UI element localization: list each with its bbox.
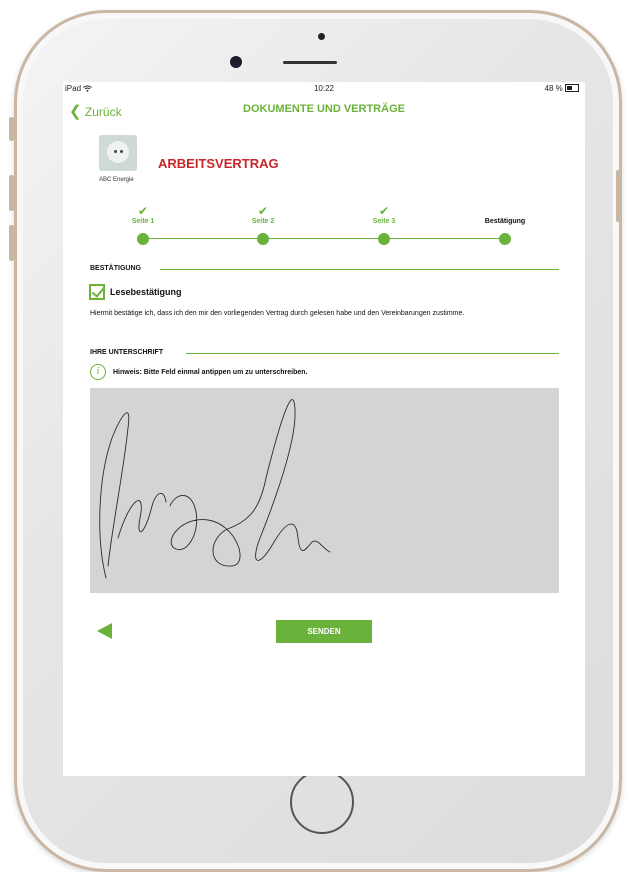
battery-percent: 48 % [544,84,563,93]
document-title: ARBEITSVERTRAG [158,156,279,171]
signature-hint: Hinweis: Bitte Feld einmal antippen um z… [113,369,308,376]
app-screen: iPad 10:22 48 % ❮ Zurück DOKUMENTE UND V… [63,82,585,776]
checkbox-label: Lesebestätigung [110,287,182,297]
section-divider [186,353,559,354]
company-logo: ABC Energie [99,135,141,191]
step-label: Seite 3 [372,218,396,225]
step-1-dot [137,233,149,245]
front-camera [230,56,242,68]
step-label: Bestätigung [484,218,526,225]
send-button[interactable]: SENDEN [276,620,372,643]
volume-down-button [9,225,14,261]
checkmark-icon: ✔ [257,204,269,218]
section-title-confirmation: BESTÄTIGUNG [90,265,141,272]
step-4[interactable]: Bestätigung [460,204,550,225]
signature-pad[interactable] [90,388,559,593]
step-4-dot [499,233,511,245]
signature-drawing [99,399,331,579]
status-bar: iPad 10:22 48 % [63,82,585,96]
battery-icon [565,84,579,92]
step-1[interactable]: ✔ Seite 1 [98,204,188,225]
read-confirmation-checkbox[interactable] [89,284,105,300]
step-label: Seite 2 [251,218,275,225]
step-3-dot [378,233,390,245]
earpiece-speaker [283,61,337,64]
socket-icon [99,135,137,171]
step-3[interactable]: ✔ Seite 3 [339,204,429,225]
progress-line [143,238,507,239]
section-divider [160,269,559,270]
step-2-dot [257,233,269,245]
battery-status: 48 % [545,84,579,93]
logo-text: ABC Energie [99,177,134,183]
step-label: Seite 1 [131,218,155,225]
info-icon: i [90,364,106,380]
front-sensor [318,33,325,40]
page-title: DOKUMENTE UND VERTRÄGE [243,103,405,115]
confirmation-text: Hiermit bestätige ich, dass ich den mir … [90,310,465,317]
power-button [616,170,621,222]
volume-up-button [9,175,14,211]
step-2[interactable]: ✔ Seite 2 [218,204,308,225]
section-title-signature: IHRE UNTERSCHRIFT [90,349,164,356]
checkmark-icon: ✔ [137,204,149,218]
checkmark-icon: ✔ [378,204,390,218]
mute-switch [9,117,14,141]
home-button[interactable] [290,770,354,834]
status-time: 10:22 [313,84,335,93]
previous-button[interactable] [97,623,112,639]
